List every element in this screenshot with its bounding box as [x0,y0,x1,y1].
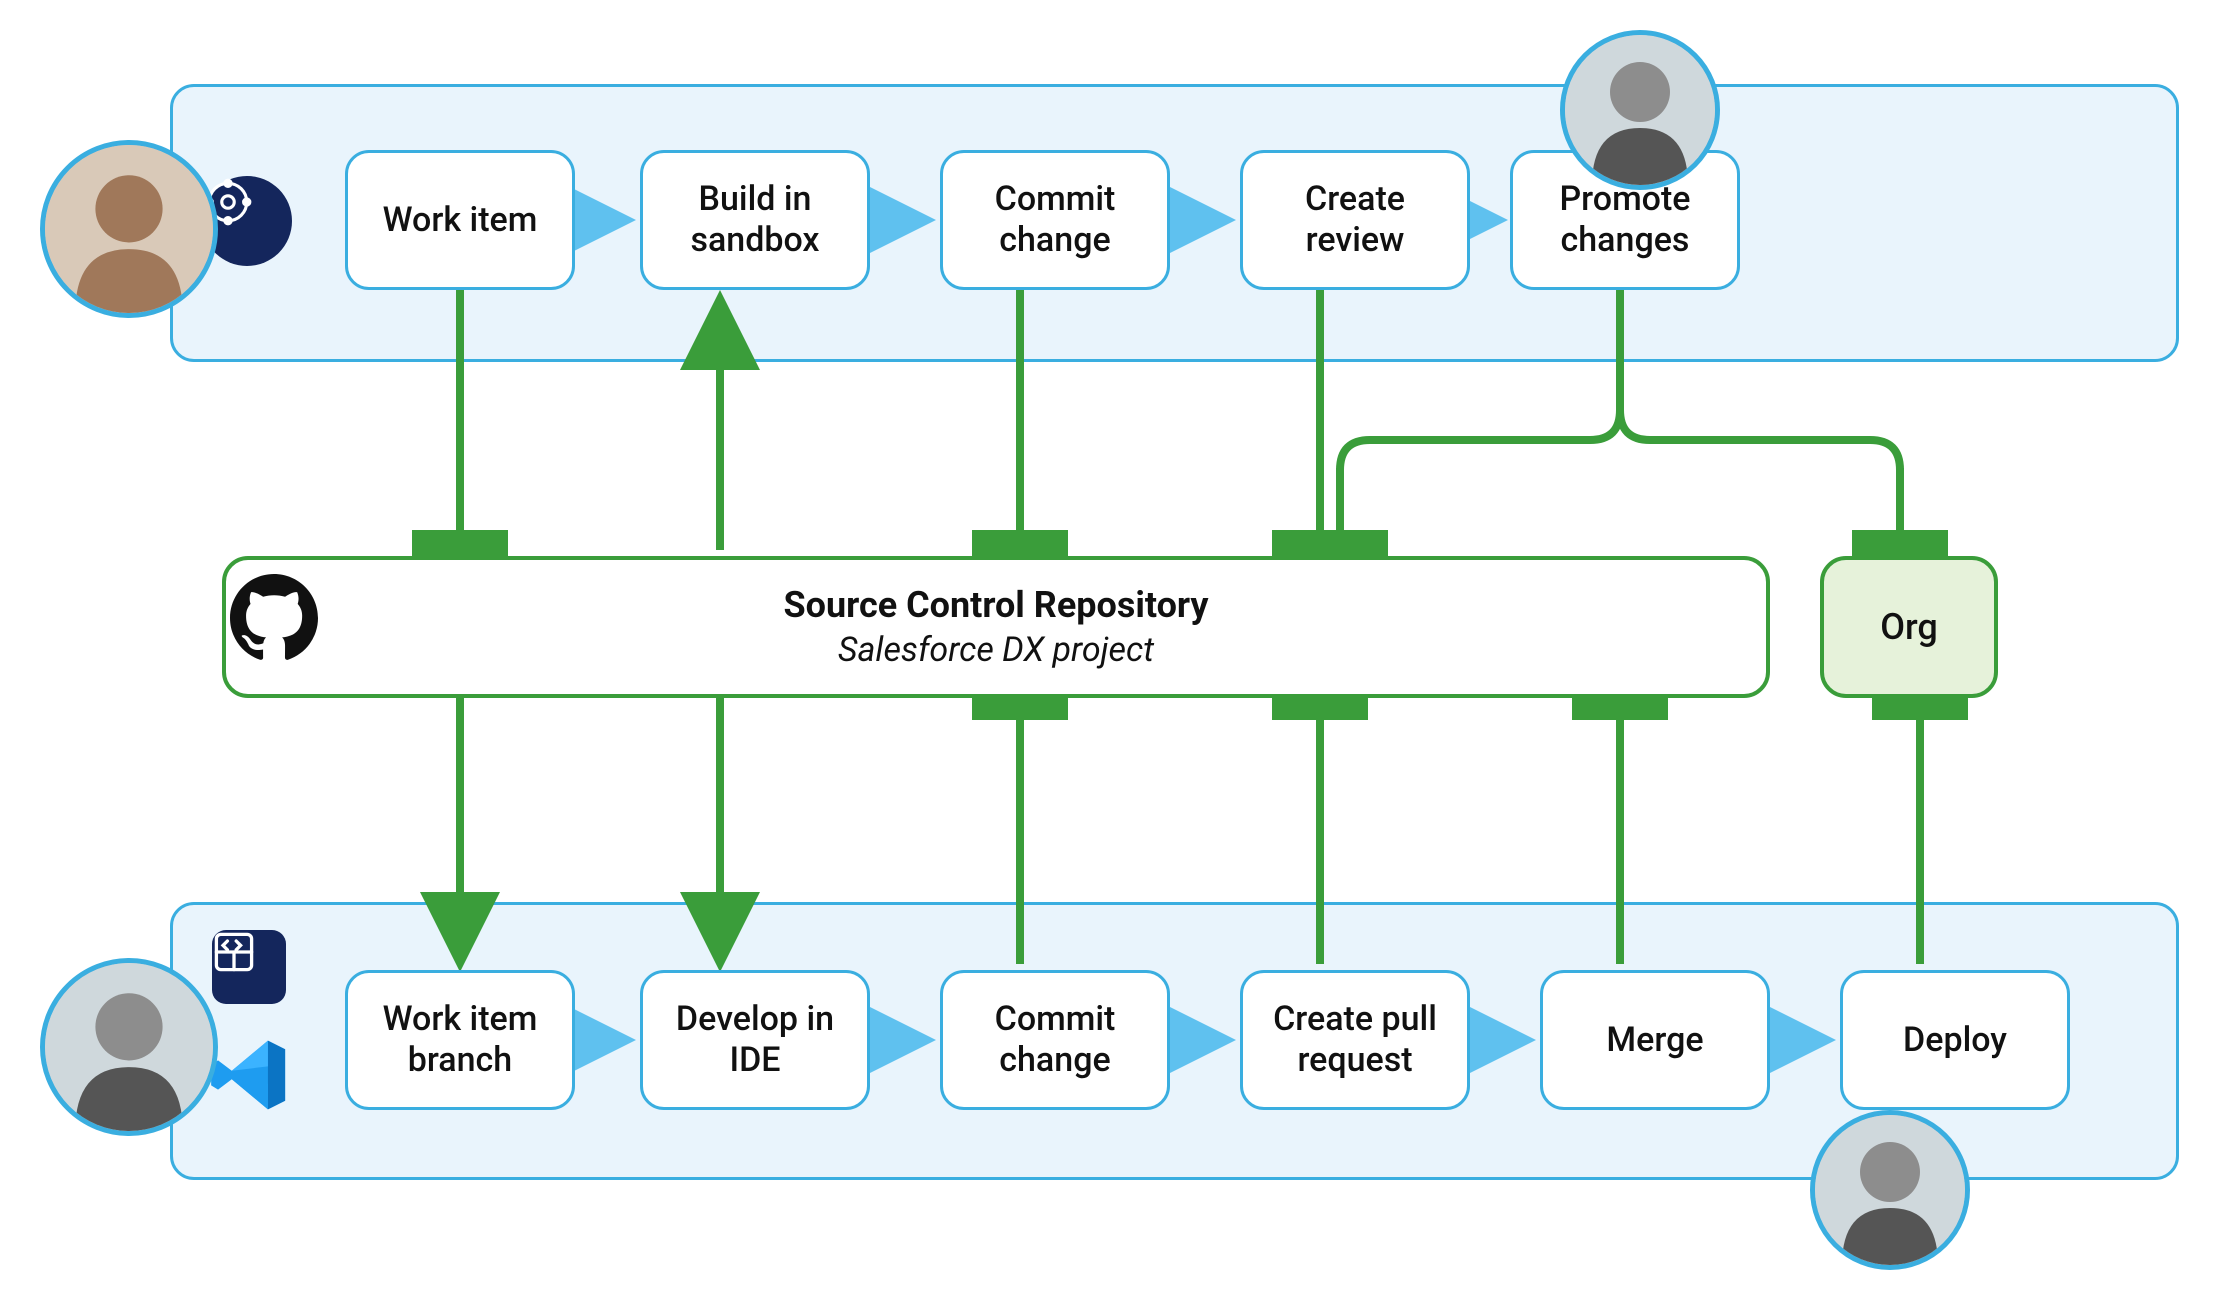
label: Create pull request [1255,999,1455,1081]
avatar-admin [40,140,218,318]
org-box: Org [1820,556,1998,698]
label: Commit change [955,179,1155,261]
step-commit-change-top: Commit change [940,150,1170,290]
label: Create review [1255,179,1455,261]
step-develop-in-ide: Develop in IDE [640,970,870,1110]
step-merge: Merge [1540,970,1770,1110]
repo-subtitle: Salesforce DX project [838,630,1154,670]
label: Build in sandbox [655,179,855,261]
label: Work item branch [360,999,560,1081]
avatar-release-manager-bottom [1810,1110,1970,1270]
step-commit-change-bottom: Commit change [940,970,1170,1110]
label: Work item [383,200,538,241]
label: Merge [1606,1020,1703,1061]
label: Develop in IDE [655,999,855,1081]
diagram-canvas: Work item Build in sandbox Commit change… [0,0,2223,1306]
step-build-in-sandbox: Build in sandbox [640,150,870,290]
github-icon [230,574,330,674]
step-create-pull-request: Create pull request [1240,970,1470,1110]
source-control-repository: Source Control Repository Salesforce DX … [222,556,1770,698]
step-work-item-branch: Work item branch [345,970,575,1110]
avatar-developer [40,958,218,1136]
org-label: Org [1880,606,1938,648]
vscode-icon [206,1032,292,1118]
step-create-review: Create review [1240,150,1470,290]
step-deploy: Deploy [1840,970,2070,1110]
label: Promote changes [1525,179,1725,261]
repo-title: Source Control Repository [783,584,1208,626]
code-panel-icon [212,930,286,1004]
step-work-item: Work item [345,150,575,290]
avatar-release-manager-top [1560,30,1720,190]
label: Deploy [1903,1020,2007,1061]
label: Commit change [955,999,1155,1081]
